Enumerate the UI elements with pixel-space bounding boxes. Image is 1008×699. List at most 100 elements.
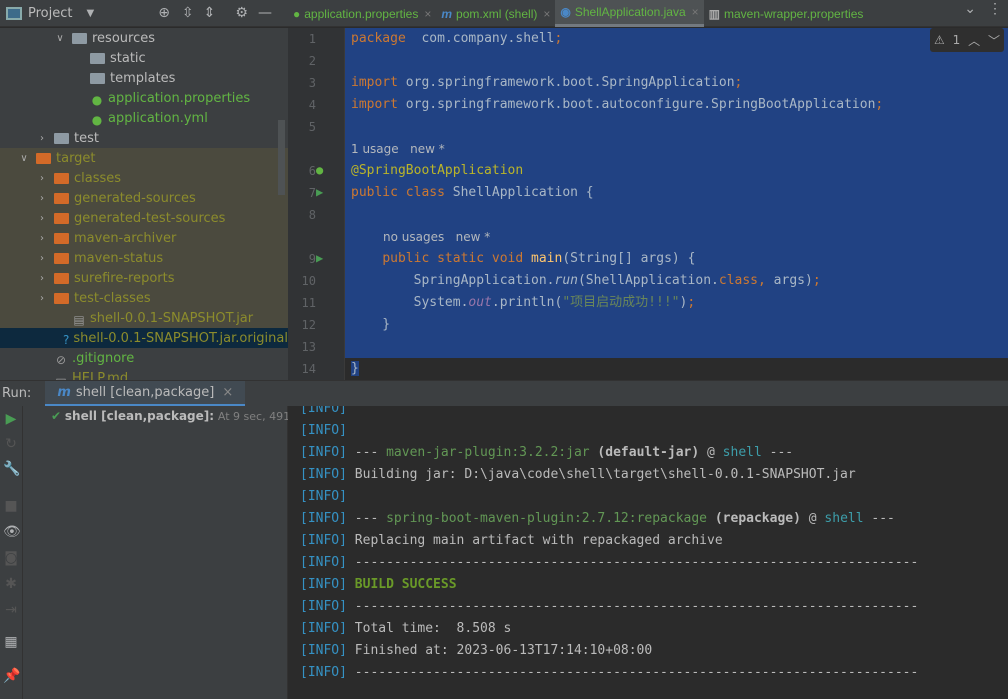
console-token: [INFO]	[300, 599, 347, 614]
tree-item[interactable]: › generated-test-sources	[0, 208, 288, 228]
close-icon[interactable]: ×	[222, 385, 233, 400]
console-line: [INFO]	[300, 420, 347, 442]
tab-shellapplication-java[interactable]: ◉ ShellApplication.java ×	[555, 0, 704, 27]
chevron-right-icon[interactable]: ›	[36, 233, 48, 244]
tab-pom-xml-shell-[interactable]: m pom.xml (shell) ×	[436, 0, 555, 27]
code-token: System.	[351, 295, 469, 310]
code-token: SpringApplication.	[351, 273, 555, 288]
debug-icon[interactable]: ✱	[3, 576, 19, 592]
tab-application-properties[interactable]: ● application.properties ×	[288, 0, 436, 27]
run-gutter-icon[interactable]: ▶	[316, 185, 323, 199]
tree-item[interactable]: ∨ target	[0, 148, 288, 168]
inlay-hint-text: 1 usage new *	[351, 142, 445, 156]
project-title[interactable]: Project	[28, 6, 72, 21]
console-token: shell	[824, 511, 864, 526]
code-token: (String[] args) {	[562, 251, 696, 266]
chevron-right-icon[interactable]: ›	[36, 193, 48, 204]
rerun-icon[interactable]: ▶	[3, 411, 19, 427]
gear-icon[interactable]: ⚙	[235, 5, 248, 21]
close-icon[interactable]: ×	[424, 7, 431, 21]
project-window-icon	[6, 6, 22, 20]
console-token: [INFO]	[300, 555, 347, 570]
code-token: ;	[734, 75, 743, 90]
tree-item-label: maven-archiver	[74, 230, 177, 246]
code-token: import	[351, 97, 398, 112]
chevron-right-icon[interactable]: ›	[36, 173, 48, 184]
tree-item[interactable]: › classes	[0, 168, 288, 188]
tree-item[interactable]: ⊘ .gitignore	[0, 348, 288, 368]
console-token: BUILD SUCCESS	[346, 577, 457, 592]
tree-item[interactable]: templates	[0, 68, 288, 88]
tree-item-label: application.properties	[108, 90, 251, 106]
excluded-folder-icon	[54, 272, 69, 284]
code-token: ;	[554, 31, 563, 46]
tree-item[interactable]: › surefire-reports	[0, 268, 288, 288]
tree-item[interactable]: › test	[0, 128, 288, 148]
run-tab[interactable]: m shell [clean,package] ×	[45, 380, 246, 407]
tree-item[interactable]: › maven-status	[0, 248, 288, 268]
chevron-down-icon[interactable]: ⌄	[958, 0, 982, 26]
expand-all-icon[interactable]: ⇳	[182, 5, 194, 21]
stop-icon[interactable]: ■	[3, 498, 19, 514]
code-line	[345, 336, 1008, 358]
maven-icon: m	[441, 6, 453, 21]
prev-problem-icon[interactable]: ︿	[968, 32, 980, 49]
chevron-right-icon[interactable]: ›	[36, 133, 48, 144]
wrench-icon[interactable]: 🔧	[3, 461, 20, 477]
tree-item[interactable]: ∨ resources	[0, 28, 288, 48]
tab-maven-wrapper-properties[interactable]: ▥ maven-wrapper.properties	[704, 0, 869, 27]
eye-icon[interactable]: 👁	[3, 524, 21, 540]
tree-item[interactable]: ▭ HELP.md	[0, 368, 288, 381]
tree-scrollbar[interactable]	[278, 120, 285, 195]
run-label: Run:	[2, 386, 32, 401]
tab-label: application.properties	[304, 6, 419, 21]
tree-item-label: templates	[110, 70, 176, 86]
console-output[interactable]: [INFO] [INFO] [INFO] --- maven-jar-plugin:…	[288, 406, 1008, 699]
run-toolbar: Run: m shell [clean,package] ×	[0, 380, 1008, 407]
locate-icon[interactable]: ⊕	[158, 5, 170, 21]
line-number: 8	[308, 208, 316, 222]
run-gutter-icon[interactable]: ▶	[316, 251, 323, 265]
line-number: 9	[308, 252, 316, 266]
run-tree-item[interactable]: ✔ shell [clean,package]: At 9 sec, 491 m…	[51, 409, 310, 423]
rerun-failed-icon[interactable]: ↻	[3, 436, 19, 452]
next-problem-icon[interactable]: ﹀	[988, 32, 1000, 49]
tree-item[interactable]: ? shell-0.0.1-SNAPSHOT.jar.original	[0, 328, 288, 348]
camera-icon[interactable]: ◙	[3, 550, 19, 566]
code-editor[interactable]: 1 2 3 4 5 6 7 8 9 10 11 12 13 14 ● ▶ ▶ package com.compa…	[288, 28, 1008, 380]
attach-icon[interactable]: ⇥	[3, 602, 19, 618]
pin-icon[interactable]: 📌	[3, 668, 20, 684]
close-icon[interactable]: ×	[543, 7, 550, 21]
chevron-down-icon[interactable]: ∨	[18, 153, 30, 164]
collapse-all-icon[interactable]: ⇕	[204, 5, 216, 21]
console-line: [INFO] Building jar: D:\java\code\shell\…	[300, 464, 856, 486]
tree-item[interactable]: › test-classes	[0, 288, 288, 308]
console-token: @	[699, 445, 723, 460]
more-icon[interactable]: ⋮	[982, 0, 1008, 26]
console-token: ---	[346, 445, 387, 460]
console-token: [INFO]	[300, 467, 347, 482]
spring-bean-icon[interactable]: ●	[316, 163, 323, 177]
chevron-right-icon[interactable]: ›	[36, 273, 48, 284]
inspection-widget[interactable]: ⚠ 1 ︿ ﹀	[930, 28, 1004, 52]
tree-item[interactable]: ▤ shell-0.0.1-SNAPSHOT.jar	[0, 308, 288, 328]
chevron-right-icon[interactable]: ›	[36, 253, 48, 264]
tree-item-label: maven-status	[74, 250, 164, 266]
tree-item[interactable]: ● application.yml	[0, 108, 288, 128]
tab-label: pom.xml (shell)	[456, 6, 538, 21]
chevron-down-icon[interactable]: ∨	[54, 33, 66, 44]
tree-item[interactable]: › maven-archiver	[0, 228, 288, 248]
code-line: }	[345, 314, 1008, 336]
tree-item[interactable]: › generated-sources	[0, 188, 288, 208]
tree-item[interactable]: ● application.properties	[0, 88, 288, 108]
minimize-icon[interactable]: —	[258, 5, 272, 21]
console-token: Finished at: 2023-06-13T17:14:10+08:00	[346, 643, 653, 658]
tree-item[interactable]: static	[0, 48, 288, 68]
chevron-right-icon[interactable]: ›	[36, 213, 48, 224]
line-number: 5	[308, 120, 316, 134]
close-icon[interactable]: ×	[692, 5, 699, 19]
chevron-right-icon[interactable]: ›	[36, 293, 48, 304]
chevron-down-icon[interactable]: ▼	[86, 8, 94, 19]
layout-icon[interactable]: ▦	[3, 634, 19, 650]
code-line: System.out.println("项目启动成功!!!");	[345, 292, 1008, 314]
